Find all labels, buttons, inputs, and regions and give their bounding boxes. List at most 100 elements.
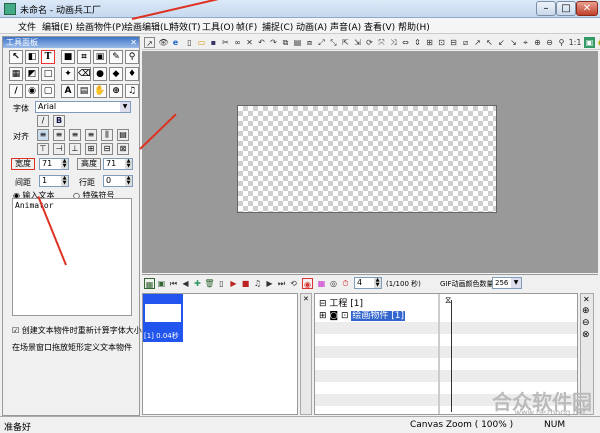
height-field[interactable]: 71 ▲ ▼ bbox=[103, 158, 133, 170]
select-tool-icon[interactable]: ↖ bbox=[9, 50, 23, 64]
palette-icon[interactable]: ▦ bbox=[316, 278, 327, 289]
recalc-font-checkbox[interactable]: ☑ 创建文本物件时重新计算字体大小 bbox=[12, 325, 142, 336]
node-tool-icon[interactable]: ▦ bbox=[9, 67, 23, 81]
align-justify-icon[interactable]: ≡ bbox=[85, 129, 97, 141]
next-frame-icon[interactable]: ▶ bbox=[264, 278, 275, 289]
align-center-icon[interactable]: ≡ bbox=[53, 129, 65, 141]
spacing-spinner-icon[interactable]: ▲ ▼ bbox=[61, 176, 68, 186]
menu-file[interactable]: 文件 bbox=[18, 20, 36, 33]
copy-icon[interactable]: ⧉ bbox=[280, 37, 291, 48]
text-input-area[interactable]: Animator bbox=[12, 198, 132, 316]
sound-tool-icon[interactable]: ♫ bbox=[125, 84, 139, 98]
wand-tool-icon[interactable]: ✦ bbox=[61, 67, 75, 81]
arrow-sw-icon[interactable]: ↙ bbox=[496, 37, 507, 48]
close-button[interactable]: ✕ bbox=[576, 1, 598, 16]
drop-tool-icon[interactable]: ♦ bbox=[125, 67, 139, 81]
hand-tool-icon[interactable]: ✋ bbox=[93, 84, 107, 98]
frames-scroll-close-icon[interactable]: ✕ bbox=[303, 295, 309, 303]
save-icon[interactable]: ▪ bbox=[208, 37, 219, 48]
distort-icon[interactable]: ⤧ bbox=[376, 37, 387, 48]
zoom-icon[interactable]: ⚲ bbox=[556, 37, 567, 48]
layers-close-icon[interactable]: ✕ bbox=[583, 295, 590, 304]
menu-sound[interactable]: 声音(A) bbox=[330, 20, 361, 33]
spacing-field[interactable]: 1 ▲ ▼ bbox=[39, 175, 69, 187]
open-icon[interactable]: ▭ bbox=[196, 37, 207, 48]
cut-icon[interactable]: ✂ bbox=[220, 37, 231, 48]
frame-tool-icon[interactable]: ▢ bbox=[41, 84, 55, 98]
align-vertical-icon[interactable]: ⫼ bbox=[101, 129, 113, 141]
gif-colors-select[interactable]: 256 ▼ bbox=[492, 277, 522, 289]
stamp-tool-icon[interactable]: ▤ bbox=[77, 84, 91, 98]
delete-icon[interactable]: ✕ bbox=[244, 37, 255, 48]
arrow-se-icon[interactable]: ↘ bbox=[508, 37, 519, 48]
add-frame-icon[interactable]: ✚ bbox=[192, 278, 203, 289]
font-select[interactable]: Arial ▼ bbox=[35, 101, 131, 113]
arrow-ne-icon[interactable]: ↗ bbox=[472, 37, 483, 48]
image-tool-icon[interactable]: ▣ bbox=[93, 50, 107, 64]
menu-view[interactable]: 查看(V) bbox=[364, 20, 395, 33]
fit-icon[interactable]: ▣ bbox=[584, 37, 595, 48]
undo-icon[interactable]: ↶ bbox=[256, 37, 267, 48]
menu-help[interactable]: 帮助(H) bbox=[398, 20, 430, 33]
first-frame-icon[interactable]: ⏮ bbox=[168, 278, 179, 289]
square-tool-icon[interactable]: □ bbox=[41, 67, 55, 81]
paste-icon[interactable]: ▤ bbox=[292, 37, 303, 48]
color-tool-icon[interactable]: ● bbox=[93, 67, 107, 81]
width-field[interactable]: 71 ▲ ▼ bbox=[39, 158, 69, 170]
panel-close-icon[interactable]: ✕ bbox=[130, 37, 137, 48]
delay-spinner-icon[interactable]: ▲ ▼ bbox=[374, 278, 381, 288]
stretch-icon[interactable]: ⇱ bbox=[340, 37, 351, 48]
align-right-icon[interactable]: ≡ bbox=[69, 129, 81, 141]
timer-icon[interactable]: ⏱ bbox=[340, 278, 351, 289]
menu-effects[interactable]: 特效(T) bbox=[170, 20, 201, 33]
help-icon[interactable]: ? bbox=[596, 37, 600, 48]
frame-icon[interactable]: ▯ bbox=[216, 278, 227, 289]
layer-row[interactable]: ⊞ ◙ ⊡ 绘画物件 [1] bbox=[319, 308, 406, 321]
valign-fit-icon[interactable]: ⊟ bbox=[101, 143, 113, 155]
canvas[interactable] bbox=[237, 105, 497, 213]
brush-tool-icon[interactable]: ✎ bbox=[109, 50, 123, 64]
align-full-icon[interactable]: ▤ bbox=[117, 129, 129, 141]
paint-bucket-icon[interactable]: ◆ bbox=[109, 67, 123, 81]
prev-frame-icon[interactable]: ◀ bbox=[180, 278, 191, 289]
pointer-icon[interactable]: ↗ bbox=[144, 37, 155, 48]
menu-animation[interactable]: 动画(A) bbox=[296, 20, 327, 33]
last-frame-icon[interactable]: ⏭ bbox=[276, 278, 287, 289]
move-icon[interactable]: ⤢ bbox=[316, 37, 327, 48]
valign-top-icon[interactable]: ⊤ bbox=[37, 143, 49, 155]
frame-delay-input[interactable]: 4 ▲ ▼ bbox=[354, 277, 382, 289]
transform-tool-icon[interactable]: ◧ bbox=[25, 50, 39, 64]
valign-middle-icon[interactable]: ⊣ bbox=[53, 143, 65, 155]
line-spacing-field[interactable]: 0 ▲ ▼ bbox=[103, 175, 133, 187]
music-icon[interactable]: ♫ bbox=[252, 278, 263, 289]
text-tool-icon[interactable]: T bbox=[41, 50, 55, 64]
browser-icon[interactable]: e bbox=[170, 37, 181, 48]
line-spinner-icon[interactable]: ▲ ▼ bbox=[125, 176, 132, 186]
zoom-in-icon[interactable]: ⊕ bbox=[532, 37, 543, 48]
valign-stretch-icon[interactable]: ⊞ bbox=[85, 143, 97, 155]
valign-fill-icon[interactable]: ⊠ bbox=[117, 143, 129, 155]
resize-icon[interactable]: ⤡ bbox=[328, 37, 339, 48]
eraser-tool-icon[interactable]: ⌫ bbox=[77, 67, 91, 81]
flip-h-icon[interactable]: ⇔ bbox=[400, 37, 411, 48]
align-left-icon[interactable]: ≡ bbox=[37, 129, 49, 141]
clone-icon[interactable]: ⧈ bbox=[304, 37, 315, 48]
preview-icon[interactable]: ▣ bbox=[156, 278, 167, 289]
zoom-out-timeline-icon[interactable]: ⊖ bbox=[582, 318, 590, 328]
rotate-icon[interactable]: ⟳ bbox=[364, 37, 375, 48]
frame-thumbnail[interactable]: [1] 0.04秒 bbox=[143, 294, 183, 342]
maximize-button[interactable]: □ bbox=[556, 1, 576, 16]
height-spinner-icon[interactable]: ▲ ▼ bbox=[125, 159, 132, 169]
zoom-out-icon[interactable]: ⊖ bbox=[544, 37, 555, 48]
chevron-down-icon[interactable]: ▼ bbox=[120, 102, 130, 112]
fill-rect-tool-icon[interactable]: ◩ bbox=[25, 67, 39, 81]
playhead-marker-icon[interactable]: ⧖ bbox=[445, 296, 451, 306]
outline-text-tool-icon[interactable]: A bbox=[61, 84, 75, 98]
zoom-fit-timeline-icon[interactable]: ⊗ bbox=[582, 330, 590, 340]
italic-button[interactable]: / bbox=[37, 115, 49, 127]
menu-draw-edit[interactable]: 绘画编辑(L) bbox=[124, 20, 172, 33]
eye-icon[interactable]: 👁 bbox=[158, 37, 169, 48]
align-obj-icon[interactable]: ⊞ bbox=[424, 37, 435, 48]
skew-icon[interactable]: ⤨ bbox=[388, 37, 399, 48]
loop-icon[interactable]: ⟲ bbox=[288, 278, 299, 289]
